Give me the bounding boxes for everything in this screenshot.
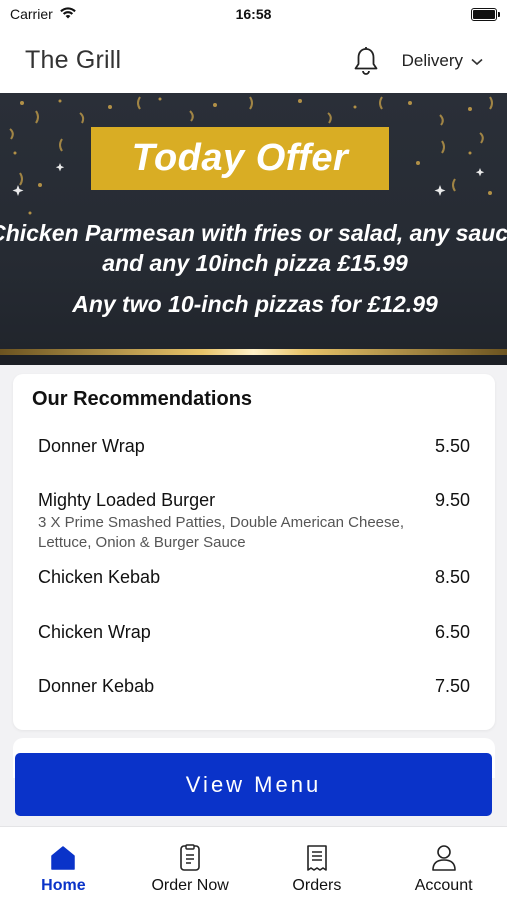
offer-title-box: Today Offer bbox=[91, 127, 389, 190]
battery-icon bbox=[471, 7, 500, 21]
item-name: Chicken Wrap bbox=[38, 622, 151, 642]
item-description: 3 X Prime Smashed Patties, Double Americ… bbox=[38, 514, 405, 551]
banner-bottom-edge bbox=[0, 355, 507, 365]
order-icon bbox=[175, 843, 205, 873]
carrier-label: Carrier bbox=[10, 6, 53, 22]
status-bar: Carrier 16:58 bbox=[0, 0, 507, 28]
nav-account[interactable]: Account bbox=[380, 827, 507, 900]
recommendation-item[interactable]: Donner Kebab 7.50 bbox=[38, 676, 470, 697]
app-title: The Grill bbox=[25, 46, 122, 74]
item-price: 5.50 bbox=[434, 436, 470, 456]
offer-line-1: Chicken Parmesan with fries or salad, an… bbox=[0, 220, 507, 246]
recommendation-item[interactable]: Mighty Loaded Burger 9.50 3 X Prime Smas… bbox=[38, 490, 470, 553]
nav-home[interactable]: Home bbox=[0, 827, 127, 900]
status-time: 16:58 bbox=[235, 6, 272, 22]
recommendation-item[interactable]: Donner Wrap 5.50 bbox=[38, 436, 470, 457]
item-name: Donner Kebab bbox=[38, 676, 155, 696]
recommendation-item[interactable]: Chicken Wrap 6.50 bbox=[38, 622, 470, 643]
wifi-icon bbox=[59, 6, 77, 22]
recommendation-item[interactable]: Chicken Kebab 8.50 bbox=[38, 567, 470, 588]
offer-line-3: Any two 10-inch pizzas for £12.99 bbox=[72, 291, 438, 317]
nav-order-now[interactable]: Order Now bbox=[127, 827, 254, 900]
status-left: Carrier bbox=[10, 6, 77, 22]
offer-banner[interactable]: Today Offer Chicken Parmesan with fries … bbox=[0, 93, 507, 365]
item-name: Mighty Loaded Burger bbox=[38, 490, 216, 510]
bell-icon[interactable] bbox=[352, 45, 380, 77]
item-price: 9.50 bbox=[434, 490, 470, 510]
chevron-down-icon bbox=[471, 51, 483, 71]
item-name: Chicken Kebab bbox=[38, 567, 161, 587]
delivery-label: Delivery bbox=[401, 50, 463, 70]
nav-label: Order Now bbox=[151, 877, 229, 894]
item-price: 7.50 bbox=[434, 676, 470, 696]
offer-line-2: and any 10inch pizza £15.99 bbox=[102, 250, 408, 276]
nav-label: Orders bbox=[292, 877, 342, 894]
recommendations-title: Our Recommendations bbox=[32, 388, 253, 410]
nav-label: Account bbox=[414, 877, 473, 894]
offer-title: Today Offer bbox=[131, 137, 349, 179]
app-header: The Grill Delivery bbox=[0, 28, 507, 93]
nav-label: Home bbox=[41, 877, 86, 894]
home-icon bbox=[48, 843, 78, 873]
nav-orders[interactable]: Orders bbox=[254, 827, 381, 900]
receipt-icon bbox=[302, 843, 332, 873]
item-price: 8.50 bbox=[434, 567, 470, 587]
item-price: 6.50 bbox=[434, 622, 470, 642]
recommendations-card: Our Recommendations Donner Wrap 5.50 Mig… bbox=[13, 374, 495, 730]
header-actions: Delivery bbox=[352, 45, 483, 77]
bottom-nav: Home Order Now Orders Account bbox=[0, 826, 507, 900]
delivery-selector[interactable]: Delivery bbox=[402, 51, 483, 71]
view-menu-button[interactable]: View Menu bbox=[15, 753, 492, 816]
item-name: Donner Wrap bbox=[38, 436, 145, 456]
person-icon bbox=[429, 843, 459, 873]
